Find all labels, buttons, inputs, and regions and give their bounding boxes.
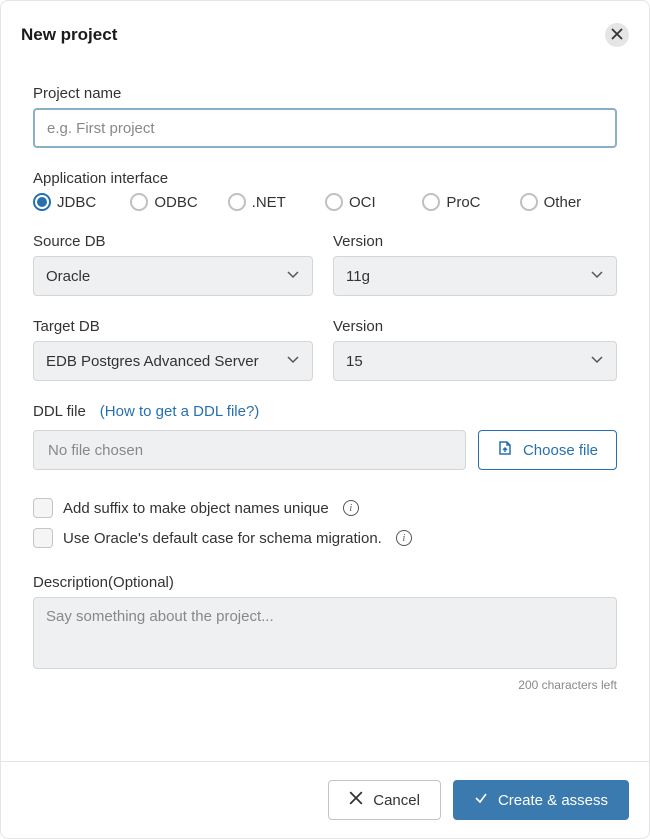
radio-dotnet[interactable]: .NET — [228, 193, 325, 211]
default-case-label: Use Oracle's default case for schema mig… — [63, 530, 382, 547]
radio-label: .NET — [252, 194, 286, 211]
app-interface-radios: JDBC ODBC .NET OCI ProC — [33, 193, 617, 211]
upload-icon — [497, 440, 513, 460]
chevron-down-icon — [590, 352, 604, 370]
file-chooser-row: No file chosen Choose file — [33, 430, 617, 470]
radio-oci[interactable]: OCI — [325, 193, 422, 211]
chevron-down-icon — [286, 352, 300, 370]
info-icon[interactable]: i — [396, 530, 412, 546]
close-button[interactable] — [605, 23, 629, 47]
file-display: No file chosen — [33, 430, 466, 470]
radio-label: Other — [544, 194, 582, 211]
radio-proc[interactable]: ProC — [422, 193, 519, 211]
project-name-label: Project name — [33, 85, 617, 102]
description-label: Description(Optional) — [33, 574, 617, 591]
target-version-select[interactable]: 15 — [333, 341, 617, 381]
source-db-group: Source DB Oracle — [33, 233, 313, 296]
description-textarea[interactable] — [33, 597, 617, 669]
app-interface-label: Application interface — [33, 170, 617, 187]
info-icon[interactable]: i — [343, 500, 359, 516]
radio-icon — [422, 193, 440, 211]
radio-other[interactable]: Other — [520, 193, 617, 211]
ddl-file-group: DDL file (How to get a DDL file?) No fil… — [33, 403, 617, 470]
dialog-header: New project — [1, 1, 649, 61]
target-version-group: Version 15 — [333, 318, 617, 381]
default-case-option-row: Use Oracle's default case for schema mig… — [33, 528, 617, 548]
source-db-label: Source DB — [33, 233, 313, 250]
create-assess-button[interactable]: Create & assess — [453, 780, 629, 820]
source-db-row: Source DB Oracle Version 11g — [33, 233, 617, 296]
suffix-checkbox[interactable] — [33, 498, 53, 518]
default-case-checkbox[interactable] — [33, 528, 53, 548]
options-group: Add suffix to make object names unique i… — [33, 498, 617, 548]
radio-icon — [130, 193, 148, 211]
new-project-dialog: New project Project name Application int… — [0, 0, 650, 839]
radio-label: JDBC — [57, 194, 96, 211]
radio-odbc[interactable]: ODBC — [130, 193, 227, 211]
source-version-select[interactable]: 11g — [333, 256, 617, 296]
cancel-button[interactable]: Cancel — [328, 780, 441, 820]
source-db-select[interactable]: Oracle — [33, 256, 313, 296]
radio-icon — [228, 193, 246, 211]
radio-icon — [520, 193, 538, 211]
radio-icon — [325, 193, 343, 211]
source-version-group: Version 11g — [333, 233, 617, 296]
choose-file-label: Choose file — [523, 442, 598, 459]
cancel-label: Cancel — [373, 792, 420, 809]
chevron-down-icon — [286, 267, 300, 285]
ddl-file-label: DDL file — [33, 403, 86, 420]
radio-icon — [33, 193, 51, 211]
source-version-value: 11g — [346, 268, 370, 285]
ddl-label-row: DDL file (How to get a DDL file?) — [33, 403, 617, 420]
project-name-group: Project name — [33, 85, 617, 148]
choose-file-button[interactable]: Choose file — [478, 430, 617, 470]
dialog-footer: Cancel Create & assess — [1, 761, 649, 838]
radio-label: ODBC — [154, 194, 197, 211]
target-version-value: 15 — [346, 353, 363, 370]
close-icon — [349, 791, 363, 809]
description-group: Description(Optional) 200 characters lef… — [33, 574, 617, 692]
target-db-label: Target DB — [33, 318, 313, 335]
suffix-label: Add suffix to make object names unique — [63, 500, 329, 517]
radio-label: ProC — [446, 194, 480, 211]
app-interface-group: Application interface JDBC ODBC .NET OCI — [33, 170, 617, 211]
target-version-label: Version — [333, 318, 617, 335]
ddl-help-link[interactable]: (How to get a DDL file?) — [100, 403, 260, 420]
source-version-label: Version — [333, 233, 617, 250]
radio-jdbc[interactable]: JDBC — [33, 193, 130, 211]
suffix-option-row: Add suffix to make object names unique i — [33, 498, 617, 518]
chevron-down-icon — [590, 267, 604, 285]
submit-label: Create & assess — [498, 792, 608, 809]
target-db-select[interactable]: EDB Postgres Advanced Server — [33, 341, 313, 381]
dialog-title: New project — [21, 25, 117, 45]
project-name-input[interactable] — [33, 108, 617, 148]
char-count: 200 characters left — [33, 678, 617, 692]
radio-label: OCI — [349, 194, 376, 211]
dialog-content: Project name Application interface JDBC … — [1, 61, 649, 761]
target-db-row: Target DB EDB Postgres Advanced Server V… — [33, 318, 617, 381]
close-icon — [611, 28, 623, 43]
target-db-group: Target DB EDB Postgres Advanced Server — [33, 318, 313, 381]
check-icon — [474, 791, 488, 809]
target-db-value: EDB Postgres Advanced Server — [46, 353, 259, 370]
source-db-value: Oracle — [46, 268, 90, 285]
